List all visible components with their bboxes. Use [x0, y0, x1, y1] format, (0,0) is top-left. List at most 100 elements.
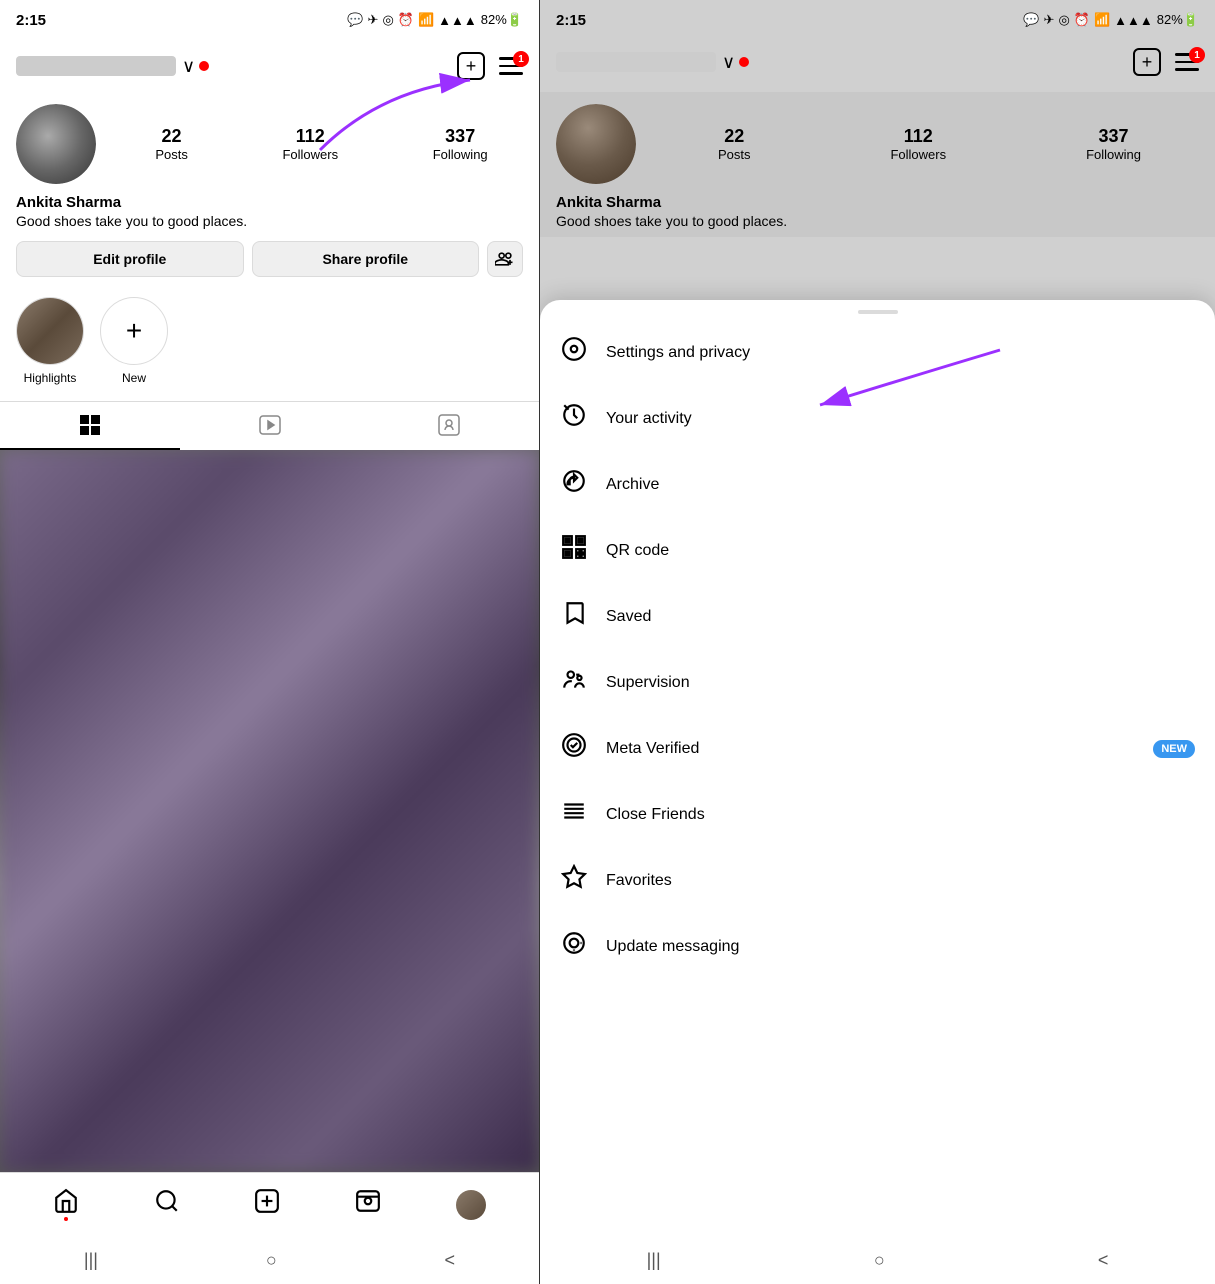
- posts-label-right: Posts: [718, 147, 751, 162]
- followers-stat-left[interactable]: 112 Followers: [282, 126, 338, 162]
- following-stat-right[interactable]: 337 Following: [1086, 126, 1141, 162]
- android-nav-right: ||| ○ <: [540, 1236, 1215, 1284]
- chevron-down-icon[interactable]: ∨: [182, 56, 195, 77]
- new-highlight-label: New: [122, 371, 146, 385]
- android-home-right[interactable]: ○: [874, 1250, 885, 1271]
- meta-icon: [560, 732, 588, 765]
- following-stat-left[interactable]: 337 Following: [433, 126, 488, 162]
- chevron-down-icon-r[interactable]: ∨: [722, 52, 735, 73]
- avatar-right[interactable]: [556, 104, 636, 184]
- highlights-item[interactable]: Highlights: [16, 297, 84, 385]
- reels-nav-button[interactable]: [355, 1188, 381, 1221]
- supervision-label: Supervision: [606, 674, 1195, 692]
- posts-stat-right[interactable]: 22 Posts: [718, 126, 751, 162]
- messaging-label: Update messaging: [606, 938, 1195, 956]
- highlights-label: Highlights: [24, 371, 77, 385]
- search-nav-button[interactable]: [154, 1188, 180, 1221]
- menu-item-qrcode[interactable]: QR code: [540, 518, 1215, 584]
- menu-item-archive[interactable]: Archive: [540, 452, 1215, 518]
- profile-nav-button[interactable]: [456, 1190, 486, 1220]
- android-back-right[interactable]: <: [1098, 1250, 1109, 1271]
- following-label-right: Following: [1086, 147, 1141, 162]
- home-nav-dot: [64, 1217, 68, 1221]
- menu-item-settings[interactable]: Settings and privacy: [540, 320, 1215, 386]
- bottom-nav-left: [0, 1172, 539, 1236]
- activity-label: Your activity: [606, 410, 1195, 428]
- new-highlight-item[interactable]: + New: [100, 297, 168, 385]
- menu-button-right[interactable]: 1: [1175, 53, 1199, 71]
- avatar-image-left: [16, 104, 96, 184]
- instagram-icon-status: ◎: [382, 12, 393, 28]
- followers-stat-right[interactable]: 112 Followers: [890, 126, 946, 162]
- menu-item-friends[interactable]: Close Friends: [540, 782, 1215, 848]
- username-blurred-left: [16, 56, 176, 76]
- top-nav-right: ∨ + 1: [540, 40, 1215, 92]
- highlights-section-left: Highlights + New: [0, 289, 539, 393]
- menu-item-messaging[interactable]: Update messaging: [540, 914, 1215, 980]
- menu-badge: 1: [513, 51, 529, 67]
- friends-icon: [560, 798, 588, 831]
- android-back-left[interactable]: <: [445, 1250, 456, 1271]
- menu-item-favorites[interactable]: Favorites: [540, 848, 1215, 914]
- online-dot-r: [739, 57, 749, 67]
- add-friend-button[interactable]: [487, 241, 523, 277]
- bottom-sheet: Settings and privacy Your activity Ar: [540, 300, 1215, 1284]
- qrcode-icon: [560, 534, 588, 567]
- avatar-left[interactable]: [16, 104, 96, 184]
- status-icons-left: 💬 ✈ ◎ ⏰ 📶 ▲▲▲ 82%🔋: [347, 12, 523, 28]
- dropdown-dot-left: ∨: [182, 56, 209, 77]
- feed-blur: [0, 450, 539, 1172]
- profile-bio-right: Good shoes take you to good places.: [556, 213, 1199, 229]
- battery-text: 82%🔋: [481, 12, 523, 28]
- following-label-left: Following: [433, 147, 488, 162]
- followers-count-left: 112: [296, 126, 325, 147]
- activity-icon: [560, 402, 588, 435]
- add-post-button[interactable]: +: [457, 52, 485, 80]
- nav-icons-right: + 1: [1133, 48, 1199, 76]
- username-area-right[interactable]: ∨: [556, 52, 749, 73]
- signal-icon-r: ▲▲▲: [1114, 13, 1153, 28]
- followers-label-left: Followers: [282, 147, 338, 162]
- top-nav-left: ∨ + 1: [0, 40, 539, 92]
- edit-profile-button[interactable]: Edit profile: [16, 241, 244, 277]
- android-menu-right[interactable]: |||: [647, 1250, 661, 1271]
- menu-button-left[interactable]: 1: [499, 57, 523, 75]
- home-nav-button[interactable]: [53, 1188, 79, 1221]
- stats-area-right: 22 Posts 112 Followers 337 Following: [660, 126, 1199, 162]
- following-count-right: 337: [1099, 126, 1129, 147]
- status-icons-right: 💬 ✈ ◎ ⏰ 📶 ▲▲▲ 82%🔋: [1023, 12, 1199, 28]
- username-blurred-right: [556, 52, 716, 72]
- menu-item-meta[interactable]: Meta Verified NEW: [540, 716, 1215, 782]
- avatar-image-right: [556, 104, 636, 184]
- highlights-circle[interactable]: [16, 297, 84, 365]
- create-nav-button[interactable]: [254, 1188, 280, 1221]
- profile-name-right: Ankita Sharma: [556, 194, 1199, 211]
- android-home-left[interactable]: ○: [266, 1250, 277, 1271]
- menu-item-supervision[interactable]: Supervision: [540, 650, 1215, 716]
- menu-item-saved[interactable]: Saved: [540, 584, 1215, 650]
- telegram-icon: ✈: [368, 12, 379, 28]
- dropdown-dot-right: ∨: [722, 52, 749, 73]
- share-profile-button[interactable]: Share profile: [252, 241, 480, 277]
- tab-grid[interactable]: [0, 402, 180, 450]
- sheet-handle: [858, 310, 898, 314]
- signal-icon: ▲▲▲: [438, 13, 477, 28]
- online-dot: [199, 61, 209, 71]
- tab-tagged[interactable]: [359, 402, 539, 450]
- status-bar-right: 2:15 💬 ✈ ◎ ⏰ 📶 ▲▲▲ 82%🔋: [540, 0, 1215, 40]
- feed-area-left: [0, 450, 539, 1172]
- menu-item-activity[interactable]: Your activity: [540, 386, 1215, 452]
- posts-stat-left[interactable]: 22 Posts: [155, 126, 188, 162]
- android-menu-left[interactable]: |||: [84, 1250, 98, 1271]
- new-highlight-circle[interactable]: +: [100, 297, 168, 365]
- tab-reels[interactable]: [180, 402, 360, 450]
- username-area-left[interactable]: ∨: [16, 56, 209, 77]
- messaging-icon: [560, 930, 588, 963]
- profile-name-left: Ankita Sharma: [16, 194, 523, 211]
- add-post-button-r[interactable]: +: [1133, 48, 1161, 76]
- whatsapp-icon: 💬: [347, 12, 363, 28]
- alarm-icon: ⏰: [398, 12, 414, 28]
- favorites-icon: [560, 864, 588, 897]
- tabs-section-left: [0, 401, 539, 450]
- wifi-icon: 📶: [418, 12, 434, 28]
